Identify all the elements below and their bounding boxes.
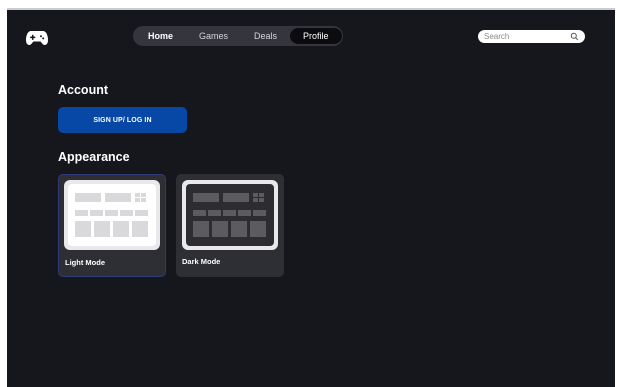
dark-layout-preview-icon	[186, 184, 274, 246]
search-icon[interactable]	[570, 32, 579, 41]
app-window: Home Games Deals Profile Account SIGN UP…	[7, 8, 615, 387]
light-mode-label: Light Mode	[65, 258, 105, 267]
gamepad-icon[interactable]	[26, 30, 48, 46]
account-heading: Account	[58, 83, 108, 97]
dark-mode-preview	[182, 180, 278, 250]
tab-home[interactable]: Home	[135, 28, 186, 44]
dark-mode-option[interactable]: Dark Mode	[176, 174, 284, 277]
appearance-heading: Appearance	[58, 150, 130, 164]
signup-login-button[interactable]: SIGN UP/ LOG IN	[58, 107, 187, 133]
tab-deals[interactable]: Deals	[241, 28, 290, 44]
light-mode-option[interactable]: Light Mode	[58, 174, 166, 277]
light-mode-preview	[64, 180, 160, 250]
search-bar[interactable]	[478, 30, 585, 43]
search-input[interactable]	[484, 31, 570, 42]
light-layout-preview-icon	[68, 184, 156, 246]
tab-games[interactable]: Games	[186, 28, 241, 44]
tab-profile[interactable]: Profile	[290, 28, 342, 44]
dark-mode-label: Dark Mode	[182, 257, 221, 266]
main-nav: Home Games Deals Profile	[133, 26, 343, 46]
